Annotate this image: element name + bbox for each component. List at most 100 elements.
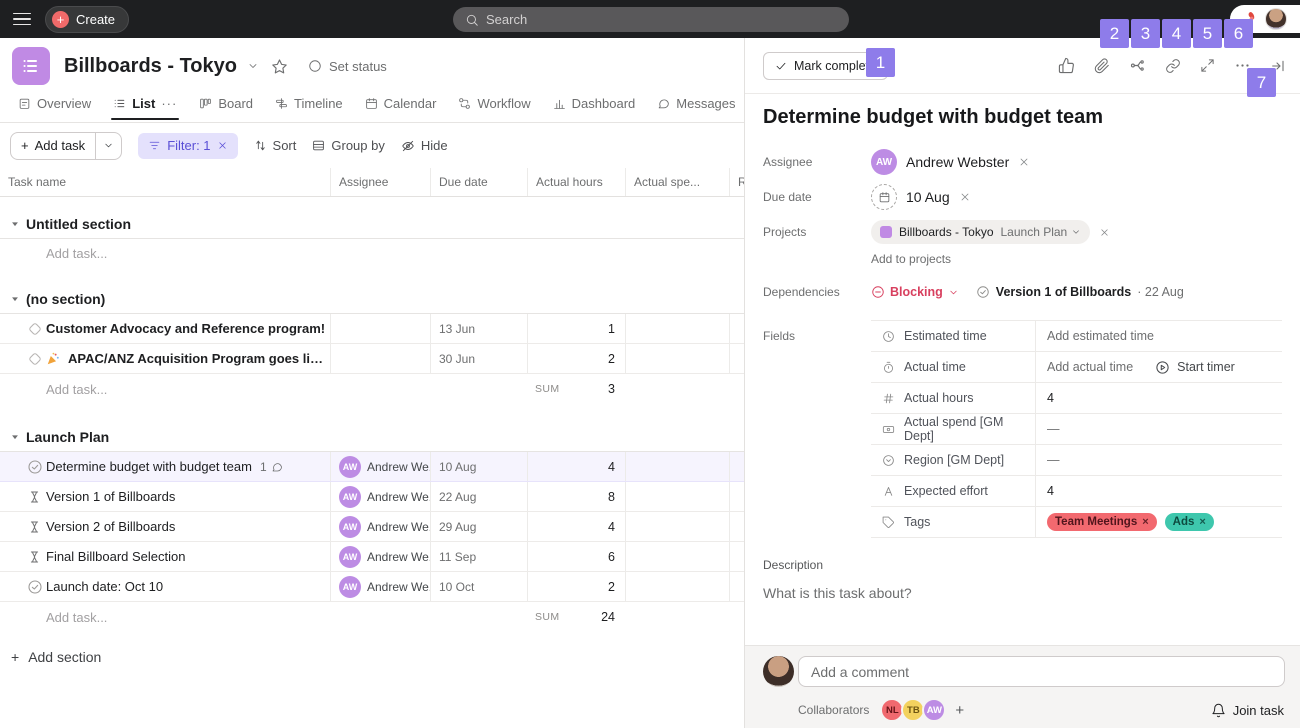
actual-spend-cell[interactable] [625,572,729,601]
actual-spend-cell[interactable] [625,542,729,571]
column-assignee[interactable]: Assignee [330,168,430,196]
field-row-actual-hours[interactable]: Actual hours 4 [871,383,1282,414]
tab-messages[interactable]: Messages [647,94,744,119]
dependency-task-link[interactable]: Version 1 of Billboards · 22 Aug [976,285,1184,299]
region-cell[interactable] [729,344,744,373]
task-name[interactable]: Determine budget with budget team [46,459,252,474]
tab-workflow[interactable]: Workflow [448,94,540,119]
copy-link-button[interactable] [1165,58,1181,74]
group-by-button[interactable]: Group by [312,138,384,153]
due-date-cell[interactable]: 11 Sep [430,542,527,571]
task-name[interactable]: Version 2 of Billboards [46,519,175,534]
comment-input[interactable] [798,656,1285,687]
region-cell[interactable] [729,314,744,343]
field-row-estimated-time[interactable]: Estimated time Add estimated time [871,321,1282,352]
column-actual-hours[interactable]: Actual hours [527,168,625,196]
assignee-cell[interactable]: AWAndrew We... [330,542,430,571]
section-header-no-section[interactable]: (no section) [0,285,744,314]
assignee-cell[interactable]: AWAndrew We... [330,452,430,481]
avatar[interactable]: AW [922,698,946,722]
due-date-cell[interactable]: 30 Jun [430,344,527,373]
project-menu-chevron-icon[interactable] [247,60,259,72]
sort-button[interactable]: Sort [254,138,297,153]
tag-ads[interactable]: Ads× [1165,513,1214,531]
task-name[interactable]: Launch date: Oct 10 [46,579,163,594]
start-timer-button[interactable]: Start timer [1155,360,1235,375]
region-cell[interactable] [729,452,744,481]
hourglass-blocked-icon[interactable] [27,489,42,504]
check-circle-icon[interactable] [27,459,43,475]
actual-hours-cell[interactable]: 4 [527,452,625,481]
column-task-name[interactable]: Task name [0,168,330,196]
region-cell[interactable] [729,512,744,541]
hide-button[interactable]: Hide [401,138,448,153]
create-button[interactable]: + Create [45,6,129,33]
due-date-cell[interactable]: 10 Oct [430,572,527,601]
field-row-region[interactable]: Region [GM Dept] — [871,445,1282,476]
add-task-dropdown-icon[interactable] [95,133,121,159]
column-due-date[interactable]: Due date [430,168,527,196]
task-row[interactable]: Customer Advocacy and Reference program!… [0,314,744,344]
field-row-actual-spend[interactable]: Actual spend [GM Dept] — [871,414,1282,445]
actual-hours-cell[interactable]: 8 [527,482,625,511]
tab-list-more-icon[interactable]: ··· [161,96,177,111]
due-date-cell[interactable]: 22 Aug [430,482,527,511]
task-row[interactable]: Launch date: Oct 10 AWAndrew We... 10 Oc… [0,572,744,602]
field-row-expected-effort[interactable]: Expected effort 4 [871,476,1282,507]
field-row-actual-time[interactable]: Actual time Add actual time Start timer [871,352,1282,383]
section-header-launch-plan[interactable]: Launch Plan [0,423,744,452]
actual-spend-cell[interactable] [625,314,729,343]
region-cell[interactable] [729,572,744,601]
actual-spend-cell[interactable] [625,344,729,373]
check-circle-icon[interactable] [27,579,43,595]
assignee-cell[interactable] [330,344,430,373]
hourglass-blocked-icon[interactable] [27,549,42,564]
column-actual-spend[interactable]: Actual spe... [625,168,729,196]
remove-tag-icon[interactable]: × [1142,516,1148,528]
task-row[interactable]: APAC/ANZ Acquisition Program goes live!!… [0,344,744,374]
section-collapse-icon[interactable] [10,219,20,229]
subtask-button[interactable] [1129,57,1146,74]
sidebar-toggle-icon[interactable] [13,13,31,26]
actual-hours-cell[interactable]: 2 [527,572,625,601]
due-date-value[interactable]: 10 Aug [906,189,950,205]
tab-list[interactable]: List ··· [103,94,187,119]
tab-overview[interactable]: Overview [8,94,101,119]
field-row-tags[interactable]: Tags Team Meetings× Ads× [871,507,1282,538]
task-row-selected[interactable]: Determine budget with budget team 1 AWAn… [0,452,744,482]
assignee-cell[interactable] [330,314,430,343]
tab-dashboard[interactable]: Dashboard [543,94,646,119]
set-status-button[interactable]: Set status [308,59,387,74]
clear-filter-icon[interactable] [217,140,228,151]
attach-button[interactable] [1094,58,1110,74]
search-input[interactable]: Search [453,7,849,32]
task-title[interactable]: Determine budget with budget team [763,106,1282,129]
add-task-row[interactable]: Add task... [0,382,107,397]
actual-hours-cell[interactable]: 1 [527,314,625,343]
task-name[interactable]: Customer Advocacy and Reference program! [46,321,325,336]
task-row[interactable]: Version 1 of Billboards AWAndrew We... 2… [0,482,744,512]
due-date-cell[interactable]: 10 Aug [430,452,527,481]
remove-tag-icon[interactable]: × [1199,516,1205,528]
column-region[interactable]: Reg [729,168,744,196]
tag-team-meetings[interactable]: Team Meetings× [1047,513,1157,531]
actual-spend-cell[interactable] [625,452,729,481]
tab-calendar[interactable]: Calendar [355,94,447,119]
add-task-row[interactable]: Add task... [0,239,744,268]
actual-spend-cell[interactable] [625,482,729,511]
task-row[interactable]: Final Billboard Selection AWAndrew We...… [0,542,744,572]
actual-spend-cell[interactable] [625,512,729,541]
assignee-cell[interactable]: AWAndrew We... [330,572,430,601]
task-name[interactable]: Version 1 of Billboards [46,489,175,504]
add-task-row[interactable]: Add task... [0,610,107,625]
tab-board[interactable]: Board [189,94,263,119]
like-button[interactable] [1058,57,1075,74]
assignee-cell[interactable]: AWAndrew We... [330,512,430,541]
assignee-cell[interactable]: AWAndrew We... [330,482,430,511]
section-header-untitled[interactable]: Untitled section [0,210,744,239]
section-collapse-icon[interactable] [10,294,20,304]
region-cell[interactable] [729,482,744,511]
add-task-button[interactable]: +Add task [10,132,122,160]
due-date-cell[interactable]: 29 Aug [430,512,527,541]
add-collaborator-button[interactable]: + [955,702,964,719]
